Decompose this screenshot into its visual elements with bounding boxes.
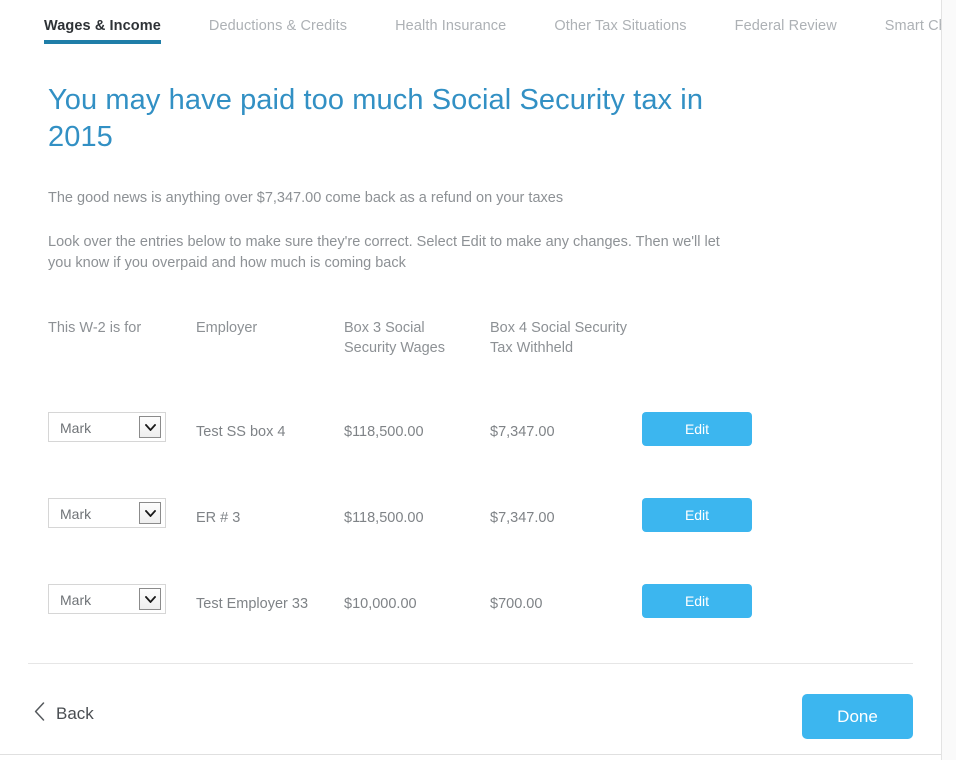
column-header-w2-for: This W-2 is for	[48, 320, 142, 336]
w2-summary-table: This W-2 is for Employer Box 3 Social Se…	[48, 318, 768, 618]
spacer-cell	[48, 446, 196, 498]
cell-action: Edit	[642, 412, 768, 446]
tab-label: Health Insurance	[395, 18, 507, 34]
cell-w2-for: Mark	[48, 412, 196, 446]
edit-button[interactable]: Edit	[642, 584, 752, 618]
refund-note: The good news is anything over $7,347.00…	[48, 190, 564, 206]
row-spacer	[48, 532, 768, 584]
employer-name: Test SS box 4	[196, 424, 286, 440]
tab-label: Other Tax Situations	[554, 18, 687, 34]
spacer-cell	[196, 532, 344, 584]
cell-box4: $7,347.00	[490, 412, 642, 446]
chevron-left-icon	[34, 702, 45, 726]
spacer-cell	[490, 446, 642, 498]
cell-action: Edit	[642, 584, 768, 618]
back-button-label: Back	[56, 704, 94, 723]
w2-owner-select[interactable]: Mark	[48, 584, 166, 614]
column-header-box3-wages: Box 3 Social Security Wages	[344, 320, 445, 356]
box3-amount: $118,500.00	[344, 510, 424, 526]
cell-box4: $700.00	[490, 584, 642, 618]
cell-employer: Test Employer 33	[196, 584, 344, 618]
box3-amount: $10,000.00	[344, 596, 417, 612]
spacer-cell	[490, 358, 642, 412]
spacer-cell	[48, 532, 196, 584]
tab-label: Deductions & Credits	[208, 18, 348, 34]
cell-w2-for: Mark	[48, 498, 196, 532]
tab-federal-review[interactable]: Federal Review	[735, 0, 837, 34]
spacer-cell	[196, 446, 344, 498]
tab-deductions-and-credits[interactable]: Deductions & Credits	[209, 0, 347, 34]
box4-amount: $7,347.00	[490, 424, 555, 440]
cell-employer: ER # 3	[196, 498, 344, 532]
chevron-down-icon[interactable]	[139, 416, 161, 438]
cell-box3: $10,000.00	[344, 584, 490, 618]
page-content: Wages & Income Deductions & Credits Heal…	[0, 0, 956, 760]
box4-amount: $7,347.00	[490, 510, 555, 526]
edit-button[interactable]: Edit	[642, 412, 752, 446]
tab-label: Federal Review	[734, 18, 837, 34]
cell-box3: $118,500.00	[344, 412, 490, 446]
box3-amount: $118,500.00	[344, 424, 424, 440]
cell-employer: Test SS box 4	[196, 412, 344, 446]
back-button[interactable]: Back	[34, 702, 94, 726]
active-tab-underline	[44, 40, 161, 44]
footer-divider	[28, 663, 913, 664]
tab-wages-and-income[interactable]: Wages & Income	[44, 0, 161, 44]
table-row: Mark Test SS box 4 $118,500.00 $7,347.00	[48, 412, 768, 446]
table-row: Mark Test Employer 33 $10,000.00 $700.00	[48, 584, 768, 618]
table-row: Mark ER # 3 $118,500.00 $7,347.00 Edit	[48, 498, 768, 532]
main-tab-bar: Wages & Income Deductions & Credits Heal…	[0, 0, 956, 50]
spacer-cell	[344, 532, 490, 584]
spacer-cell	[344, 358, 490, 412]
instructions-text: Look over the entries below to make sure…	[48, 234, 720, 271]
spacer-cell	[642, 532, 768, 584]
main-content: You may have paid too much Social Securi…	[0, 82, 941, 618]
header-spacer-row	[48, 358, 768, 412]
footer-bar: Back Done	[0, 690, 941, 744]
spacer-cell	[642, 446, 768, 498]
column-header-employer: Employer	[196, 320, 258, 336]
spacer-cell	[48, 358, 196, 412]
cell-box4: $7,347.00	[490, 498, 642, 532]
page-title: You may have paid too much Social Securi…	[48, 84, 704, 153]
w2-owner-select[interactable]: Mark	[48, 498, 166, 528]
scrollbar-gutter[interactable]	[941, 0, 956, 760]
w2-owner-select[interactable]: Mark	[48, 412, 166, 442]
app-window: Wages & Income Deductions & Credits Heal…	[0, 0, 956, 760]
tab-label: Wages & Income	[44, 18, 161, 34]
cell-w2-for: Mark	[48, 584, 196, 618]
employer-name: ER # 3	[196, 510, 241, 526]
table-header: This W-2 is for Employer Box 3 Social Se…	[48, 318, 768, 412]
chevron-down-icon[interactable]	[139, 588, 161, 610]
employer-name: Test Employer 33	[196, 596, 309, 612]
spacer-cell	[642, 358, 768, 412]
table-body: Mark Test SS box 4 $118,500.00 $7,347.00	[48, 412, 768, 618]
cell-action: Edit	[642, 498, 768, 532]
chevron-down-icon[interactable]	[139, 502, 161, 524]
tab-health-insurance[interactable]: Health Insurance	[395, 0, 506, 34]
column-header-box4-withheld: Box 4 Social Security Tax Withheld	[490, 320, 628, 356]
row-spacer	[48, 446, 768, 498]
spacer-cell	[490, 532, 642, 584]
window-bottom-edge	[0, 754, 941, 755]
spacer-cell	[344, 446, 490, 498]
spacer-cell	[196, 358, 344, 412]
column-header-actions	[642, 318, 768, 358]
box4-amount: $700.00	[490, 596, 543, 612]
tab-other-tax-situations[interactable]: Other Tax Situations	[554, 0, 686, 34]
edit-button[interactable]: Edit	[642, 498, 752, 532]
done-button[interactable]: Done	[802, 694, 913, 739]
cell-box3: $118,500.00	[344, 498, 490, 532]
